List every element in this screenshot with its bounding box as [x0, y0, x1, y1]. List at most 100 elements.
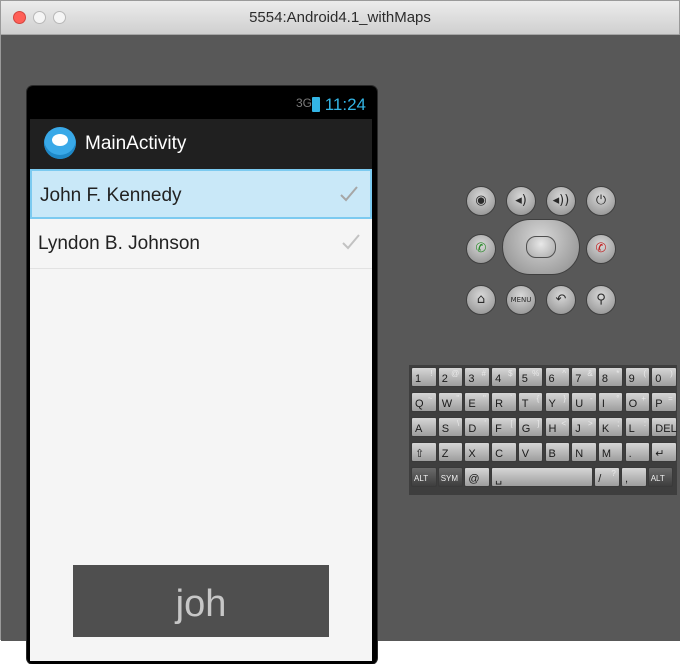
key-secondary-label: ) [670, 369, 673, 378]
key-5[interactable]: 5% [517, 367, 544, 387]
key-y[interactable]: Y} [544, 392, 570, 412]
menu-button[interactable]: MENU [506, 285, 536, 315]
camera-button[interactable]: ◉ [466, 186, 496, 216]
key-e[interactable]: E " [464, 392, 490, 412]
key-o[interactable]: O + [624, 392, 651, 412]
key-l[interactable]: L: [624, 417, 651, 437]
status-bar: 3G 11:24 [30, 90, 372, 119]
key-label: Y [548, 398, 556, 410]
key-label: Z [441, 448, 449, 460]
key-3[interactable]: 3 # [464, 367, 490, 387]
network-indicator: 3G [295, 96, 312, 110]
key-u[interactable]: U- [571, 392, 597, 412]
key-label: A [415, 423, 423, 435]
key-c8629[interactable]: ↵ [651, 442, 677, 462]
typed-filter-overlay: joh [73, 565, 329, 637]
device-screen: 3G 11:24 MainActivity John F. Kennedy Ly… [27, 86, 377, 664]
key-secondary-label: { [536, 394, 540, 403]
back-icon: ↶ [555, 292, 567, 307]
key-label: 9 [628, 373, 635, 385]
key-j[interactable]: J > [571, 417, 597, 437]
key-w[interactable]: W " [437, 392, 464, 412]
key-label: N [575, 448, 584, 460]
filter-text: joh [175, 583, 227, 625]
activity-title: MainActivity [85, 133, 187, 154]
key-q[interactable]: Q ~ [411, 392, 437, 412]
key-secondary-label: < [561, 419, 566, 428]
key-secondary-label: ^ [562, 369, 566, 378]
key-label: J [575, 423, 581, 435]
key-label: B [548, 448, 556, 460]
volume-up-button[interactable]: ◂)) [546, 186, 576, 216]
key-secondary-label: = [668, 394, 673, 403]
battery-icon [312, 97, 320, 112]
key-8[interactable]: 8 * [597, 367, 624, 387]
key-1[interactable]: 1! [411, 367, 437, 387]
key-c44[interactable]: , [621, 467, 647, 487]
key-9[interactable]: 9( [624, 367, 651, 387]
call-button[interactable]: ✆ [466, 234, 496, 264]
app-launcher-icon[interactable] [44, 127, 76, 159]
back-button[interactable]: ↶ [546, 285, 576, 315]
key-r[interactable]: R ` [491, 392, 517, 412]
key-m[interactable]: M [597, 442, 624, 462]
key-secondary-label: * [616, 369, 620, 378]
key-sym[interactable]: SYM [437, 467, 464, 487]
key-secondary-label: [ [510, 419, 513, 428]
key-a[interactable]: A [411, 417, 437, 437]
end-call-button[interactable]: ✆ [586, 234, 616, 264]
key-label: X [468, 448, 476, 460]
key-space[interactable]: ␣ [491, 467, 594, 487]
check-icon[interactable] [338, 183, 360, 205]
home-button[interactable]: ⌂ [466, 285, 496, 315]
key-x[interactable]: X [464, 442, 490, 462]
key-c46[interactable]: . [624, 442, 651, 462]
key-v[interactable]: V [517, 442, 544, 462]
key-d[interactable]: D ' [464, 417, 490, 437]
key-n[interactable]: N [571, 442, 597, 462]
list-item-label: Lyndon B. Johnson [38, 233, 200, 254]
key-t[interactable]: T{ [517, 392, 544, 412]
key-label: ALT [414, 474, 429, 483]
key-label: , [625, 473, 629, 485]
key-label: G [521, 423, 531, 435]
key-p[interactable]: P = [651, 392, 677, 412]
key-2[interactable]: 2 @ [437, 367, 464, 387]
check-icon[interactable] [340, 231, 362, 253]
key-alt[interactable]: ALT [411, 467, 437, 487]
key-label: DEL [655, 423, 677, 435]
key-del[interactable]: DEL [651, 417, 677, 437]
key-c64[interactable]: @ [464, 467, 490, 487]
power-button[interactable]: ⏻ [586, 186, 616, 216]
title-bar: 5554:Android4.1_withMaps [1, 1, 679, 35]
key-f[interactable]: F[ [491, 417, 517, 437]
key-h[interactable]: H < [544, 417, 570, 437]
key-s[interactable]: S \ [437, 417, 464, 437]
dpad[interactable] [502, 219, 580, 275]
dpad-center-button[interactable] [526, 236, 556, 258]
key-i[interactable]: I ° [597, 392, 624, 412]
key-label: SYM [440, 474, 459, 483]
key-7[interactable]: 7 & [571, 367, 597, 387]
key-label: T [521, 398, 529, 410]
key-c[interactable]: C [491, 442, 517, 462]
key-0[interactable]: 0) [651, 367, 677, 387]
key-secondary-label: ? [611, 469, 616, 478]
key-z[interactable]: Z [437, 442, 464, 462]
key-c47[interactable]: /? [594, 467, 620, 487]
volume-down-icon: ◂) [515, 193, 527, 208]
list-item-john-f-kennedy[interactable]: John F. Kennedy [30, 169, 372, 219]
list-item-lyndon-b-johnson[interactable]: Lyndon B. Johnson [30, 219, 372, 269]
search-button[interactable]: ⚲ [586, 285, 616, 315]
key-label: H [548, 423, 557, 435]
key-k[interactable]: K; [597, 417, 624, 437]
key-alt[interactable]: ALT [647, 467, 674, 487]
key-4[interactable]: 4 $ [491, 367, 517, 387]
key-g[interactable]: G] [517, 417, 544, 437]
key-label: E [468, 398, 476, 410]
key-b[interactable]: B [544, 442, 570, 462]
volume-down-button[interactable]: ◂) [506, 186, 536, 216]
key-label: 8 [601, 373, 609, 385]
key-c8679[interactable]: ⇧ [411, 442, 437, 462]
key-6[interactable]: 6 ^ [544, 367, 570, 387]
